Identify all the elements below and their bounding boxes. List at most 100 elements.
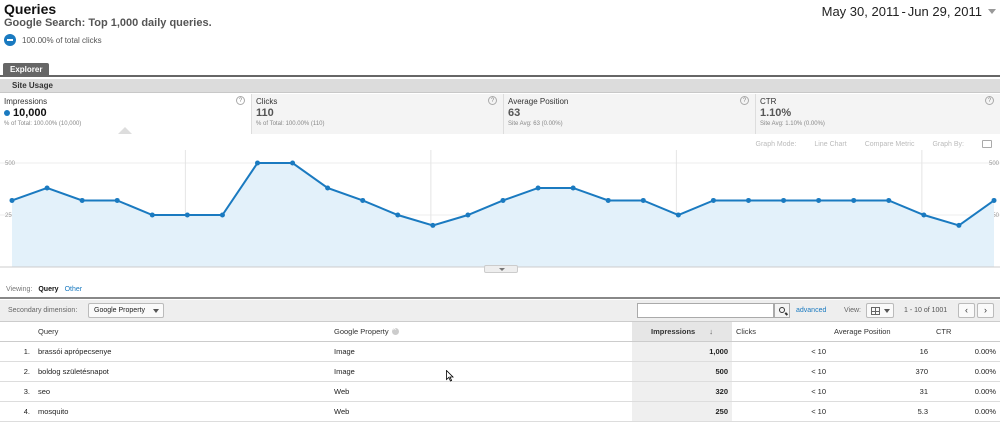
tab-explorer[interactable]: Explorer [3,63,50,77]
header-google-property[interactable]: Google Property [330,322,632,342]
date-end: Jun 29, 2011 [907,4,982,19]
prev-page-button[interactable]: ‹ [958,303,975,318]
row-position: 5.3 [830,401,932,422]
row-ctr: 0.00% [932,361,1000,382]
date-separator: - [901,4,906,19]
viewing-query-option[interactable]: Query [38,286,58,293]
next-page-button[interactable]: › [977,303,994,318]
row-position: 16 [830,341,932,362]
data-point [640,197,646,203]
view-select-button[interactable] [866,303,894,318]
secondary-dimension-label: Secondary dimension: [8,307,78,314]
row-impressions: 320 [632,381,732,402]
header-average-position[interactable]: Average Position [830,322,932,342]
table-row: 3. seo Web 320 < 10 31 0.00% [0,381,1000,402]
header-query-label: Query [38,326,59,336]
sort-descending-icon: ↓ [709,326,713,336]
table-header-row: Query Google Property Impressions ↓ Click… [0,322,1000,342]
date-start: May 30, 2011 [821,4,900,19]
mouse-cursor-icon [446,370,454,382]
search-button[interactable] [774,303,790,318]
row-query[interactable]: brassói aprópecsenye [34,341,330,362]
header-ctr-label: CTR [936,326,952,336]
impressions-chart: 500500250250Jun 5Jun 12Jun 19Jun 26 [0,150,1000,268]
row-position: 31 [830,381,932,402]
table-toolbar: Secondary dimension: Google Property adv… [0,300,1000,322]
data-point [921,212,927,218]
date-range-picker[interactable]: May 30, 2011 - Jun 29, 2011 [822,4,996,19]
graph-controls: Graph Mode: Line Chart Compare Metric Gr… [756,140,992,148]
pagination-info: 1 - 10 of 1001 [904,307,948,314]
subtab-site-usage[interactable]: Site Usage [12,81,53,90]
chevron-down-icon [884,309,890,313]
data-point [991,197,997,203]
metric-subtext: % of Total: 100.00% (110) [256,121,325,127]
secondary-dimension-value: Google Property [94,307,145,314]
metric-subtext: Site Avg: 63 (0.00%) [508,121,563,127]
collapse-chart-button[interactable] [484,265,518,273]
header-property-label: Google Property [334,326,389,336]
row-property: Image [330,341,632,362]
header-ctr[interactable]: CTR [932,322,1000,342]
data-point [570,185,576,191]
compare-metric-option[interactable]: Compare Metric [865,141,915,148]
data-point [465,212,471,218]
data-point [219,212,225,218]
data-point [114,197,120,203]
header-impressions[interactable]: Impressions ↓ [632,322,732,342]
graph-by-icon[interactable] [982,140,992,148]
row-query[interactable]: seo [34,381,330,402]
header-impressions-label: Impressions [651,326,696,336]
subtab-bar: Site Usage [0,79,1000,93]
segment-icon [4,34,16,46]
graph-mode-label: Graph Mode: [755,140,797,148]
row-impressions: 1,000 [632,341,732,362]
remove-dimension-icon[interactable] [391,326,399,336]
data-point [325,185,331,191]
metric-ctr[interactable]: CTR 1.10% Site Avg: 1.10% (0.00%) ? [756,94,1000,134]
search-icon-handle [784,312,789,316]
row-ctr: 0.00% [932,341,1000,362]
header-clicks[interactable]: Clicks [732,322,830,342]
graph-by-label: Graph By: [932,140,964,148]
help-icon[interactable]: ? [740,96,749,105]
data-point [535,185,541,191]
row-query[interactable]: mosquito [34,401,330,422]
data-point [395,212,401,218]
metric-label: CTR [760,97,777,106]
tab-bar: Explorer [0,63,1000,77]
row-index: 3. [0,381,34,402]
chevron-down-icon [988,9,996,14]
row-clicks: < 10 [732,361,830,382]
metric-average-position[interactable]: Average Position 63 Site Avg: 63 (0.00%)… [504,94,756,134]
segment-indicator[interactable]: 100.00% of total clicks [4,34,102,46]
data-point [851,197,857,203]
row-ctr: 0.00% [932,401,1000,422]
table-search-input[interactable] [637,303,774,318]
data-point [816,197,822,203]
table-row: 4. mosquito Web 250 < 10 5.3 0.00% [0,401,1000,422]
data-point [255,160,260,166]
header-query[interactable]: Query [34,322,330,342]
chevron-down-icon [152,309,159,313]
help-icon[interactable]: ? [236,96,245,105]
metric-scorecards: Impressions 10,000 % of Total: 100.00% (… [0,94,1000,134]
line-chart-option[interactable]: Line Chart [814,141,846,148]
row-impressions: 500 [632,361,732,382]
metric-clicks[interactable]: Clicks 110 % of Total: 100.00% (110) ? [252,94,504,134]
row-property: Web [330,401,632,422]
page-title: Queries [4,1,57,17]
data-point [430,222,436,228]
viewing-other-option[interactable]: Other [65,286,83,293]
data-point [149,212,155,218]
data-point [79,197,85,203]
metric-label: Clicks [256,97,278,106]
help-icon[interactable]: ? [488,96,497,105]
help-icon[interactable]: ? [985,96,994,105]
header-clicks-label: Clicks [736,326,756,336]
row-query[interactable]: boldog születésnapot [34,361,330,382]
row-ctr: 0.00% [932,381,1000,402]
row-position: 370 [830,361,932,382]
advanced-filter-link[interactable]: advanced [796,307,826,314]
secondary-dimension-select[interactable]: Google Property [88,303,164,318]
